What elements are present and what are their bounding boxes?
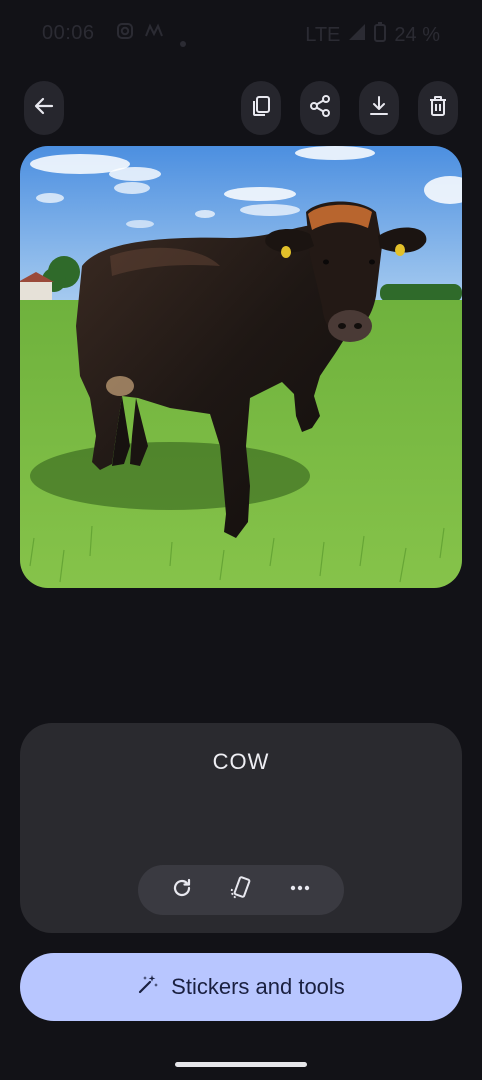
battery-icon xyxy=(374,22,387,48)
refresh-icon xyxy=(170,876,194,905)
magic-wand-icon xyxy=(137,973,159,1001)
download-button[interactable] xyxy=(359,81,399,135)
tools-pill xyxy=(138,865,344,915)
more-button[interactable] xyxy=(283,873,317,907)
stickers-and-tools-button[interactable]: Stickers and tools xyxy=(20,953,462,1021)
network-label: LTE xyxy=(305,23,341,46)
back-button[interactable] xyxy=(24,81,64,135)
cow-photo xyxy=(20,146,462,588)
photo-preview[interactable] xyxy=(20,146,462,588)
copy-icon xyxy=(249,94,273,123)
caption-label: COW xyxy=(212,749,270,774)
copy-button[interactable] xyxy=(241,81,281,135)
rotate-icon xyxy=(228,875,254,906)
share-icon xyxy=(308,94,332,123)
trash-icon xyxy=(426,94,450,123)
share-button[interactable] xyxy=(300,81,340,135)
stickers-and-tools-label: Stickers and tools xyxy=(171,974,345,999)
home-indicator[interactable] xyxy=(175,1062,307,1067)
status-bar: 00:06 LTE 24 % xyxy=(0,0,482,68)
instagram-icon xyxy=(116,22,134,46)
motorola-icon xyxy=(144,22,164,46)
battery-percent: 24 % xyxy=(394,23,440,46)
more-icon xyxy=(288,876,312,905)
dot-icon xyxy=(180,30,186,53)
rotate-button[interactable] xyxy=(224,873,258,907)
download-icon xyxy=(367,94,391,123)
refresh-button[interactable] xyxy=(165,873,199,907)
status-time: 00:06 xyxy=(42,22,95,44)
delete-button[interactable] xyxy=(418,81,458,135)
arrow-left-icon xyxy=(32,94,56,123)
caption-panel: COW xyxy=(20,723,462,933)
signal-icon xyxy=(348,23,366,47)
